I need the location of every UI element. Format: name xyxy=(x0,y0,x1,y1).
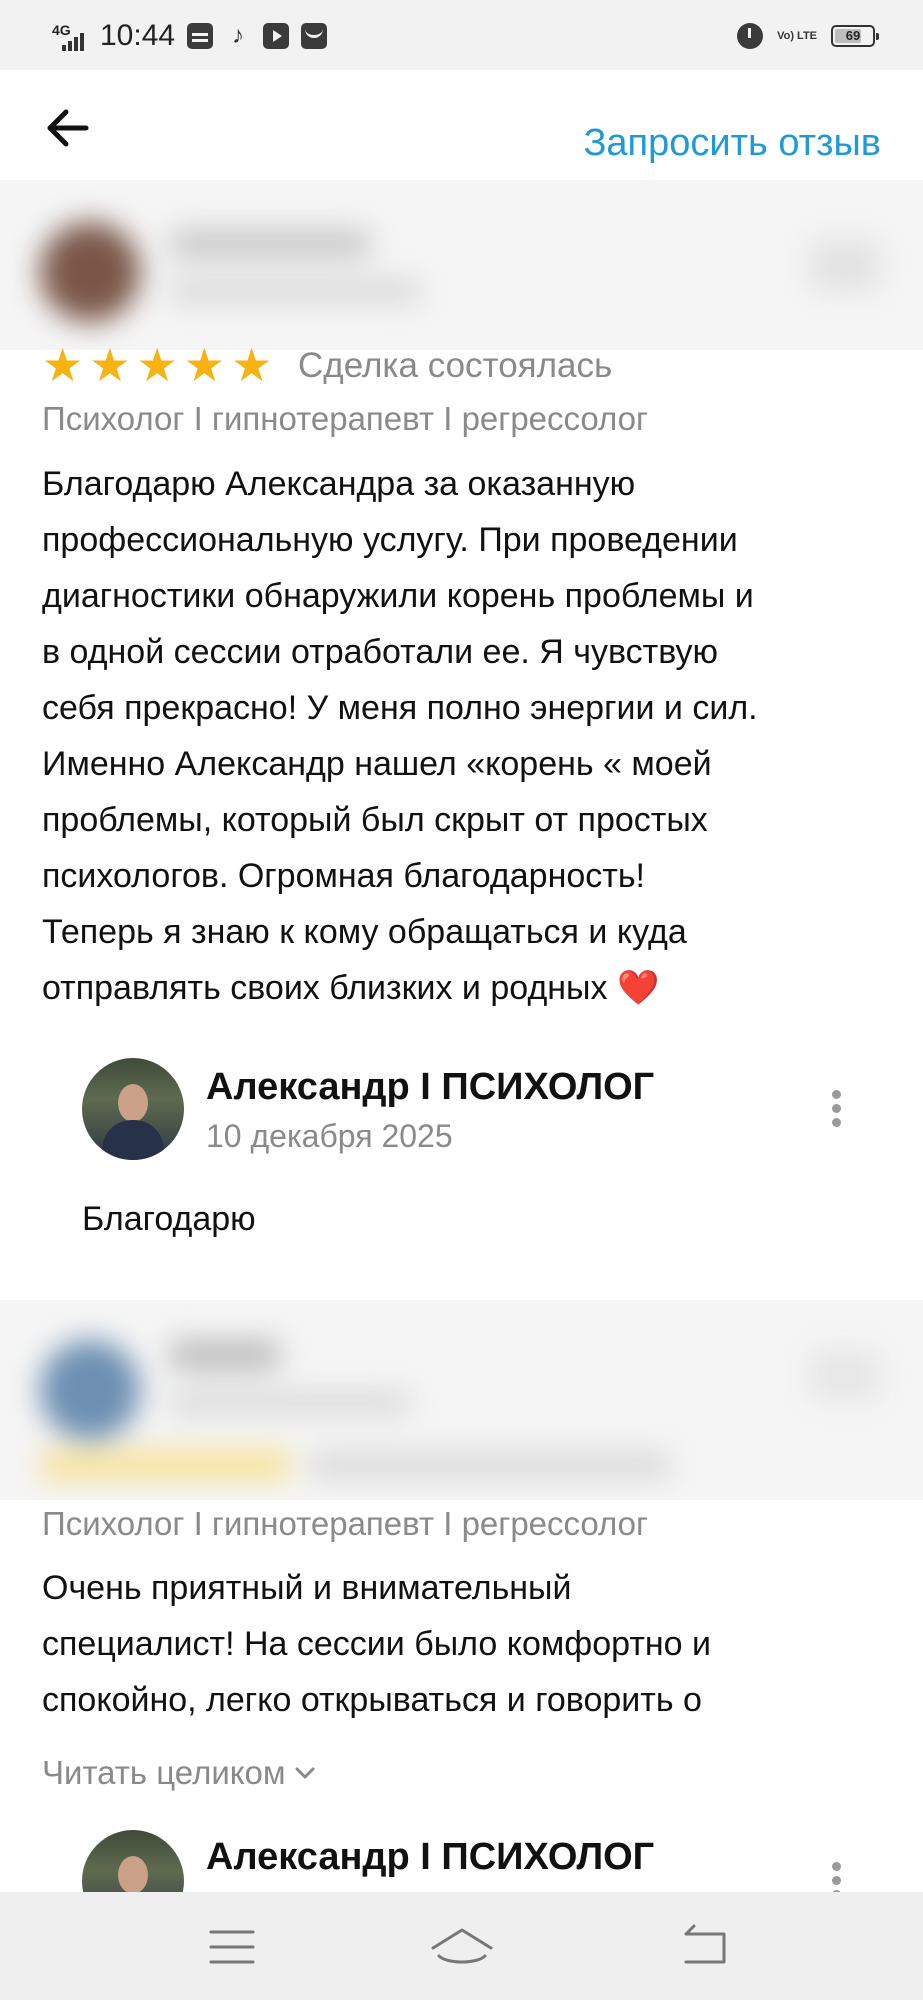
reply-text: Благодарю xyxy=(82,1200,256,1238)
reply-date: 10 декабря 2025 xyxy=(206,1118,453,1154)
chevron-down-icon xyxy=(295,1767,315,1779)
menu-button[interactable] xyxy=(187,1912,277,1982)
home-button[interactable] xyxy=(417,1912,507,1982)
deal-status: Сделка состоялась xyxy=(298,346,613,385)
volte-icon: Vo) LTE xyxy=(777,30,817,42)
back-button[interactable] xyxy=(40,106,100,150)
service-name: Психолог I гипнотерапевт I регрессолог xyxy=(42,400,649,437)
status-bar-right: Vo) LTE 69 xyxy=(737,18,879,54)
service-name: Психолог I гипнотерапевт I регрессолог xyxy=(42,1505,649,1542)
avatar[interactable] xyxy=(82,1058,184,1160)
reviewer-header-blurred xyxy=(0,1300,923,1500)
star-icon: ★ xyxy=(231,339,273,391)
youtube-icon xyxy=(263,23,290,49)
top-bar: Запросить отзыв xyxy=(0,70,923,180)
star-icon: ★ xyxy=(136,339,178,391)
star-icon: ★ xyxy=(42,339,84,391)
battery-level: 69 xyxy=(845,28,861,43)
status-bar: 4G 10:44 ♪ Vo) LTE 69 xyxy=(0,0,923,70)
more-vertical-icon[interactable] xyxy=(826,1090,846,1130)
read-more-label: Читать целиком xyxy=(42,1754,286,1791)
clock: 10:44 xyxy=(100,19,176,52)
system-navigation-bar xyxy=(0,1892,923,2000)
calendar-icon xyxy=(187,23,214,49)
mail-icon xyxy=(301,23,328,49)
status-bar-left: 4G 10:44 ♪ xyxy=(52,16,328,56)
star-icon: ★ xyxy=(183,339,225,391)
signal-icon: 4G xyxy=(52,21,88,51)
arrow-left-icon xyxy=(47,109,89,147)
back-nav-icon xyxy=(684,1924,726,1964)
review-text: Очень приятный и внимательный специалист… xyxy=(42,1569,712,1719)
reviewer-header-blurred xyxy=(0,180,923,350)
review-text: Благодарю Александра за оказанную профес… xyxy=(42,465,758,1007)
home-icon xyxy=(431,1928,493,1964)
rating-stars: ★ ★ ★ ★ ★ xyxy=(42,339,273,391)
reply-author[interactable]: Александр I ПСИХОЛОГ xyxy=(206,1836,654,1879)
alarm-icon xyxy=(737,23,764,49)
back-nav-button[interactable] xyxy=(658,1912,748,1982)
request-review-link[interactable]: Запросить отзыв xyxy=(583,122,881,165)
menu-icon xyxy=(209,1930,255,1964)
read-more-link[interactable]: Читать целиком xyxy=(42,1754,316,1792)
tiktok-icon: ♪ xyxy=(232,22,245,49)
reply-author[interactable]: Александр I ПСИХОЛОГ xyxy=(206,1066,654,1109)
star-icon: ★ xyxy=(89,339,131,391)
battery-icon: 69 xyxy=(831,25,879,47)
